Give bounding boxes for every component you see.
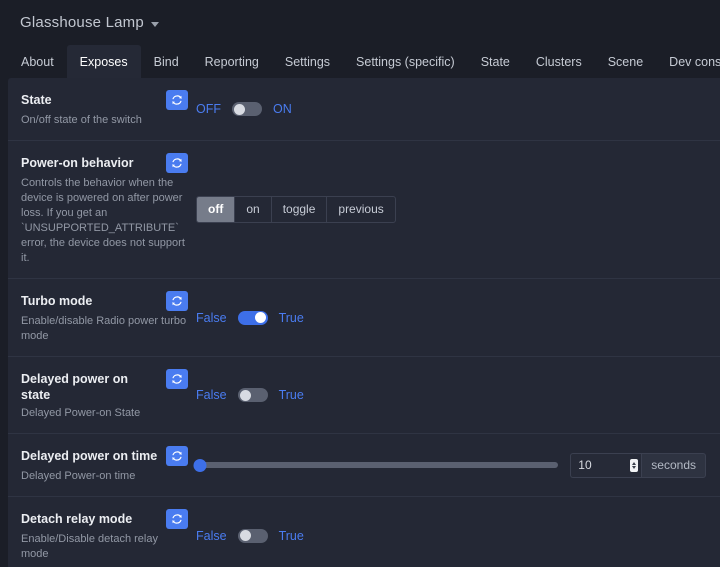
refresh-icon: [172, 451, 182, 461]
property-name: Detach relay mode: [21, 512, 133, 526]
property-row-state: State On/off state of the switch OFF ON: [8, 78, 720, 141]
toggle-knob: [254, 312, 266, 323]
delayed-power-on-time-number-group: seconds: [570, 452, 706, 478]
refresh-icon-button-power-on-behavior[interactable]: [166, 153, 188, 173]
device-title-dropdown[interactable]: Glasshouse Lamp: [20, 14, 159, 31]
power-on-option-previous[interactable]: previous: [327, 197, 394, 222]
property-control: False True: [196, 524, 720, 548]
toggle-knob: [239, 389, 251, 401]
spinner-box: [630, 458, 639, 472]
refresh-icon: [172, 296, 182, 306]
detach-relay-mode-false-label[interactable]: False: [196, 529, 227, 543]
power-on-option-toggle[interactable]: toggle: [272, 197, 328, 222]
delayed-power-on-time-input[interactable]: [570, 452, 628, 478]
toggle-knob: [234, 103, 245, 115]
tab-scene[interactable]: Scene: [595, 45, 656, 78]
detach-relay-mode-toggle-switch[interactable]: [237, 528, 268, 543]
turbo-mode-toggle-group: False True: [196, 310, 304, 325]
property-info: Detach relay mode Enable/Disable detach …: [8, 509, 196, 562]
app-header: Glasshouse Lamp: [0, 0, 720, 45]
refresh-icon: [172, 514, 182, 524]
property-description: Controls the behavior when the device is…: [21, 177, 185, 264]
refresh-icon-button-turbo-mode[interactable]: [166, 291, 188, 311]
property-info: Delayed power on state Delayed Power-on …: [8, 369, 196, 421]
property-row-delayed-power-on-state: Delayed power on state Delayed Power-on …: [8, 357, 720, 434]
refresh-icon-button-delayed-power-on-state[interactable]: [166, 369, 188, 389]
refresh-icon-button-delayed-power-on-time[interactable]: [166, 446, 188, 466]
refresh-icon-button-state[interactable]: [166, 90, 188, 110]
state-off-label[interactable]: OFF: [196, 102, 221, 116]
property-description: Enable/Disable detach relay mode: [21, 533, 158, 560]
property-info: Turbo mode Enable/disable Radio power tu…: [8, 291, 196, 344]
delayed-power-on-time-control: seconds: [193, 452, 706, 478]
number-spinner-delayed-power-on-time[interactable]: [627, 452, 642, 478]
tab-state[interactable]: State: [468, 45, 523, 78]
property-control: off on toggle previous: [196, 196, 720, 223]
refresh-icon: [172, 158, 182, 168]
tab-clusters[interactable]: Clusters: [523, 45, 595, 78]
delayed-power-on-state-true-label[interactable]: True: [279, 388, 304, 402]
turbo-mode-toggle-switch[interactable]: [237, 310, 268, 325]
tab-dev-console[interactable]: Dev console: [656, 45, 720, 78]
state-toggle-group: OFF ON: [196, 102, 292, 116]
tab-reporting[interactable]: Reporting: [192, 45, 272, 78]
chevron-down-icon[interactable]: [632, 465, 637, 469]
refresh-icon: [172, 95, 182, 105]
tab-bind[interactable]: Bind: [141, 45, 192, 78]
property-description: Delayed Power-on time: [21, 470, 136, 482]
property-control: seconds: [193, 452, 720, 478]
power-on-option-on[interactable]: on: [235, 197, 272, 222]
property-control: OFF ON: [196, 97, 720, 121]
property-control: False True: [196, 306, 720, 330]
property-name: Delayed power on state: [21, 372, 128, 402]
property-name: Delayed power on time: [21, 449, 158, 463]
tab-settings[interactable]: Settings: [272, 45, 343, 78]
property-row-turbo-mode: Turbo mode Enable/disable Radio power tu…: [8, 279, 720, 357]
property-description: On/off state of the switch: [21, 114, 142, 126]
property-info: Delayed power on time Delayed Power-on t…: [8, 446, 196, 484]
device-title-label: Glasshouse Lamp: [20, 14, 144, 31]
power-on-behavior-button-group: off on toggle previous: [196, 196, 396, 223]
delayed-power-on-state-toggle-group: False True: [196, 388, 304, 402]
tab-exposes[interactable]: Exposes: [66, 45, 141, 78]
chevron-down-icon: [150, 21, 159, 27]
property-name: Turbo mode: [21, 294, 93, 308]
property-name: State: [21, 93, 52, 107]
detach-relay-mode-toggle-group: False True: [196, 528, 304, 543]
state-on-label[interactable]: ON: [273, 102, 292, 116]
delayed-power-on-time-unit: seconds: [641, 452, 706, 478]
property-name: Power-on behavior: [21, 156, 134, 170]
delayed-power-on-time-slider[interactable]: [193, 458, 559, 472]
property-info: State On/off state of the switch: [8, 90, 196, 128]
property-row-detach-relay-mode: Detach relay mode Enable/Disable detach …: [8, 497, 720, 567]
exposes-panel: State On/off state of the switch OFF ON: [8, 78, 720, 567]
tab-bar: About Exposes Bind Reporting Settings Se…: [0, 45, 720, 78]
property-row-power-on-behavior: Power-on behavior Controls the behavior …: [8, 141, 720, 279]
toggle-knob: [239, 530, 251, 541]
property-row-delayed-power-on-time: Delayed power on time Delayed Power-on t…: [8, 434, 720, 497]
power-on-option-off[interactable]: off: [197, 197, 236, 222]
detach-relay-mode-true-label[interactable]: True: [279, 529, 304, 543]
tab-settings-specific[interactable]: Settings (specific): [343, 45, 468, 78]
property-description: Delayed Power-on State: [21, 407, 141, 419]
state-toggle-switch[interactable]: [232, 102, 262, 116]
property-info: Power-on behavior Controls the behavior …: [8, 153, 196, 266]
chevron-up-icon[interactable]: [632, 461, 637, 465]
delayed-power-on-state-toggle-switch[interactable]: [237, 388, 268, 402]
tab-about[interactable]: About: [8, 45, 67, 78]
property-description: Enable/disable Radio power turbo mode: [21, 315, 187, 342]
delayed-power-on-state-false-label[interactable]: False: [196, 388, 227, 402]
turbo-mode-false-label[interactable]: False: [196, 311, 227, 325]
slider-thumb[interactable]: [193, 458, 207, 472]
turbo-mode-true-label[interactable]: True: [279, 311, 304, 325]
refresh-icon: [172, 374, 182, 384]
property-control: False True: [196, 383, 720, 407]
refresh-icon-button-detach-relay-mode[interactable]: [166, 509, 188, 529]
